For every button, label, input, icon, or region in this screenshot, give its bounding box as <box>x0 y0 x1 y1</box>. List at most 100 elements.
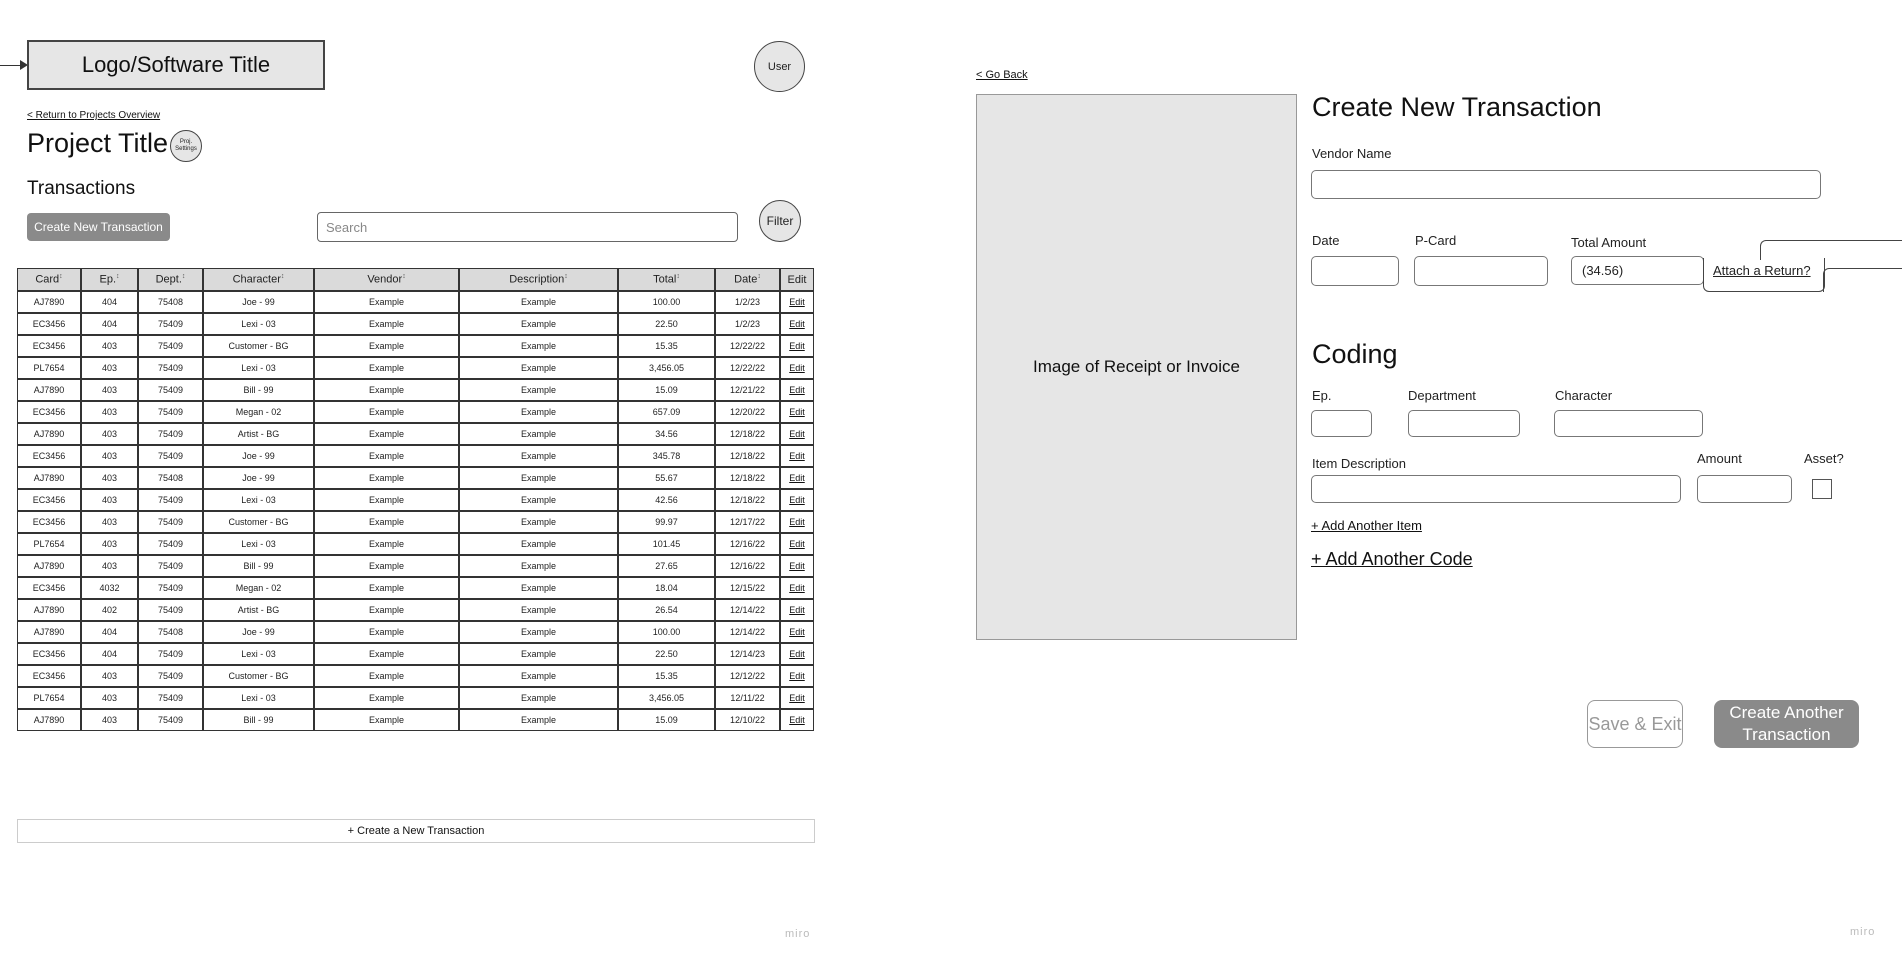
asset-checkbox[interactable] <box>1812 479 1832 499</box>
table-cell: 101.45 <box>618 533 715 555</box>
cell-value: 75409 <box>157 539 184 549</box>
save-exit-button[interactable]: Save & Exit <box>1587 700 1683 748</box>
create-another-button[interactable]: Create Another Transaction <box>1714 700 1859 748</box>
project-settings-button[interactable]: Proj. Settings <box>170 130 202 162</box>
table-row: PL7654 403 75409 Lexi - 03 Example Example 3,4… <box>17 357 814 379</box>
cell-value: Example <box>520 297 556 307</box>
cell-value: Bill - 99 <box>243 561 274 571</box>
edit-link[interactable]: Edit <box>789 297 805 307</box>
cell-value: EC3456 <box>32 583 66 593</box>
create-transaction-row[interactable]: + Create a New Transaction <box>17 819 815 843</box>
sort-icon[interactable]: ↕ <box>402 273 406 280</box>
table-cell: 403 <box>81 665 138 687</box>
sort-icon[interactable]: ↕ <box>757 273 761 280</box>
search-input[interactable]: Search <box>317 212 738 242</box>
sort-icon[interactable]: ↕ <box>564 273 568 280</box>
amount-input[interactable] <box>1697 475 1792 503</box>
column-header[interactable]: Card↕ <box>17 268 81 291</box>
edit-link[interactable]: Edit <box>789 385 805 395</box>
item-description-label: Item Description <box>1312 456 1406 471</box>
edit-link[interactable]: Edit <box>789 319 805 329</box>
column-header[interactable]: Date↕ <box>715 268 780 291</box>
table-cell: EC3456 <box>17 643 81 665</box>
table-row: PL7654 403 75409 Lexi - 03 Example Example 3,4… <box>17 687 814 709</box>
table-cell: EC3456 <box>17 401 81 423</box>
cell-value: 403 <box>101 539 118 549</box>
go-back-link[interactable]: < Go Back <box>976 69 1028 81</box>
cell-value: Lexi - 03 <box>241 649 276 659</box>
table-cell: PL7654 <box>17 533 81 555</box>
table-cell: 12/18/22 <box>715 467 780 489</box>
cell-value: Example <box>520 363 556 373</box>
cell-value: AJ7890 <box>33 715 65 725</box>
table-row: PL7654 403 75409 Lexi - 03 Example Example 101… <box>17 533 814 555</box>
table-cell: 75409 <box>138 599 203 621</box>
edit-link[interactable]: Edit <box>789 627 805 637</box>
cell-value: Example <box>368 297 404 307</box>
column-header[interactable]: Ep.↕ <box>81 268 138 291</box>
table-row: EC3456 403 75409 Customer - BG Example Exampl… <box>17 665 814 687</box>
table-cell: EC3456 <box>17 511 81 533</box>
edit-link[interactable]: Edit <box>789 539 805 549</box>
edit-link[interactable]: Edit <box>789 561 805 571</box>
edit-link[interactable]: Edit <box>789 495 805 505</box>
edit-link[interactable]: Edit <box>789 429 805 439</box>
edit-link[interactable]: Edit <box>789 473 805 483</box>
return-to-projects-link[interactable]: < Return to Projects Overview <box>27 110 160 121</box>
ep-label: Ep. <box>1312 388 1332 403</box>
cell-value: 403 <box>101 495 118 505</box>
total-amount-input[interactable]: (34.56) <box>1571 256 1704 285</box>
edit-link[interactable]: Edit <box>789 407 805 417</box>
create-transaction-button[interactable]: Create New Transaction <box>27 213 170 241</box>
pcard-input[interactable] <box>1414 256 1548 286</box>
character-label: Character <box>1555 388 1613 403</box>
edit-link[interactable]: Edit <box>789 583 805 593</box>
vendor-name-input[interactable] <box>1311 170 1821 199</box>
add-item-link[interactable]: + Add Another Item <box>1311 518 1422 533</box>
edit-link[interactable]: Edit <box>789 649 805 659</box>
cell-value: 75408 <box>157 297 184 307</box>
settings-label-line2: Settings <box>175 146 197 152</box>
date-input[interactable] <box>1311 256 1399 286</box>
sort-icon[interactable]: ↕ <box>281 273 285 280</box>
edit-link[interactable]: Edit <box>789 517 805 527</box>
edit-link[interactable]: Edit <box>789 605 805 615</box>
sort-icon[interactable]: ↕ <box>676 273 680 280</box>
edit-cell: Edit <box>780 489 814 511</box>
column-header[interactable]: Description↕ <box>459 268 618 291</box>
column-header[interactable]: Total↕ <box>618 268 715 291</box>
edit-link[interactable]: Edit <box>789 671 805 681</box>
column-header[interactable]: Edit <box>780 268 814 291</box>
filter-button[interactable]: Filter <box>759 200 801 242</box>
date-label: Date <box>1312 233 1340 248</box>
column-header[interactable]: Character↕ <box>203 268 314 291</box>
department-input[interactable] <box>1408 410 1520 437</box>
user-avatar[interactable]: User <box>754 41 805 92</box>
table-cell: AJ7890 <box>17 709 81 731</box>
add-code-link[interactable]: + Add Another Code <box>1311 549 1473 570</box>
table-cell: Example <box>314 489 459 511</box>
ep-input[interactable] <box>1311 410 1372 437</box>
edit-link[interactable]: Edit <box>789 451 805 461</box>
column-header[interactable]: Vendor↕ <box>314 268 459 291</box>
cell-value: Customer - BG <box>228 671 289 681</box>
receipt-image-placeholder[interactable]: Image of Receipt or Invoice <box>976 94 1297 640</box>
edit-link[interactable]: Edit <box>789 341 805 351</box>
edit-link[interactable]: Edit <box>789 715 805 725</box>
item-description-input[interactable] <box>1311 475 1681 503</box>
character-input[interactable] <box>1554 410 1703 437</box>
edit-link[interactable]: Edit <box>789 693 805 703</box>
cell-value: Example <box>368 671 404 681</box>
cell-value: EC3456 <box>32 495 66 505</box>
cell-value: 15.09 <box>655 385 678 395</box>
sort-icon[interactable]: ↕ <box>59 273 63 280</box>
attach-return-link[interactable]: Attach a Return? <box>1713 263 1811 278</box>
column-header[interactable]: Dept.↕ <box>138 268 203 291</box>
edit-link[interactable]: Edit <box>789 363 805 373</box>
cell-value: 22.50 <box>655 649 678 659</box>
cell-value: Example <box>520 693 556 703</box>
sort-icon[interactable]: ↕ <box>116 273 120 280</box>
miro-watermark: miro <box>785 928 811 940</box>
sort-icon[interactable]: ↕ <box>182 273 186 280</box>
table-cell: Example <box>459 709 618 731</box>
